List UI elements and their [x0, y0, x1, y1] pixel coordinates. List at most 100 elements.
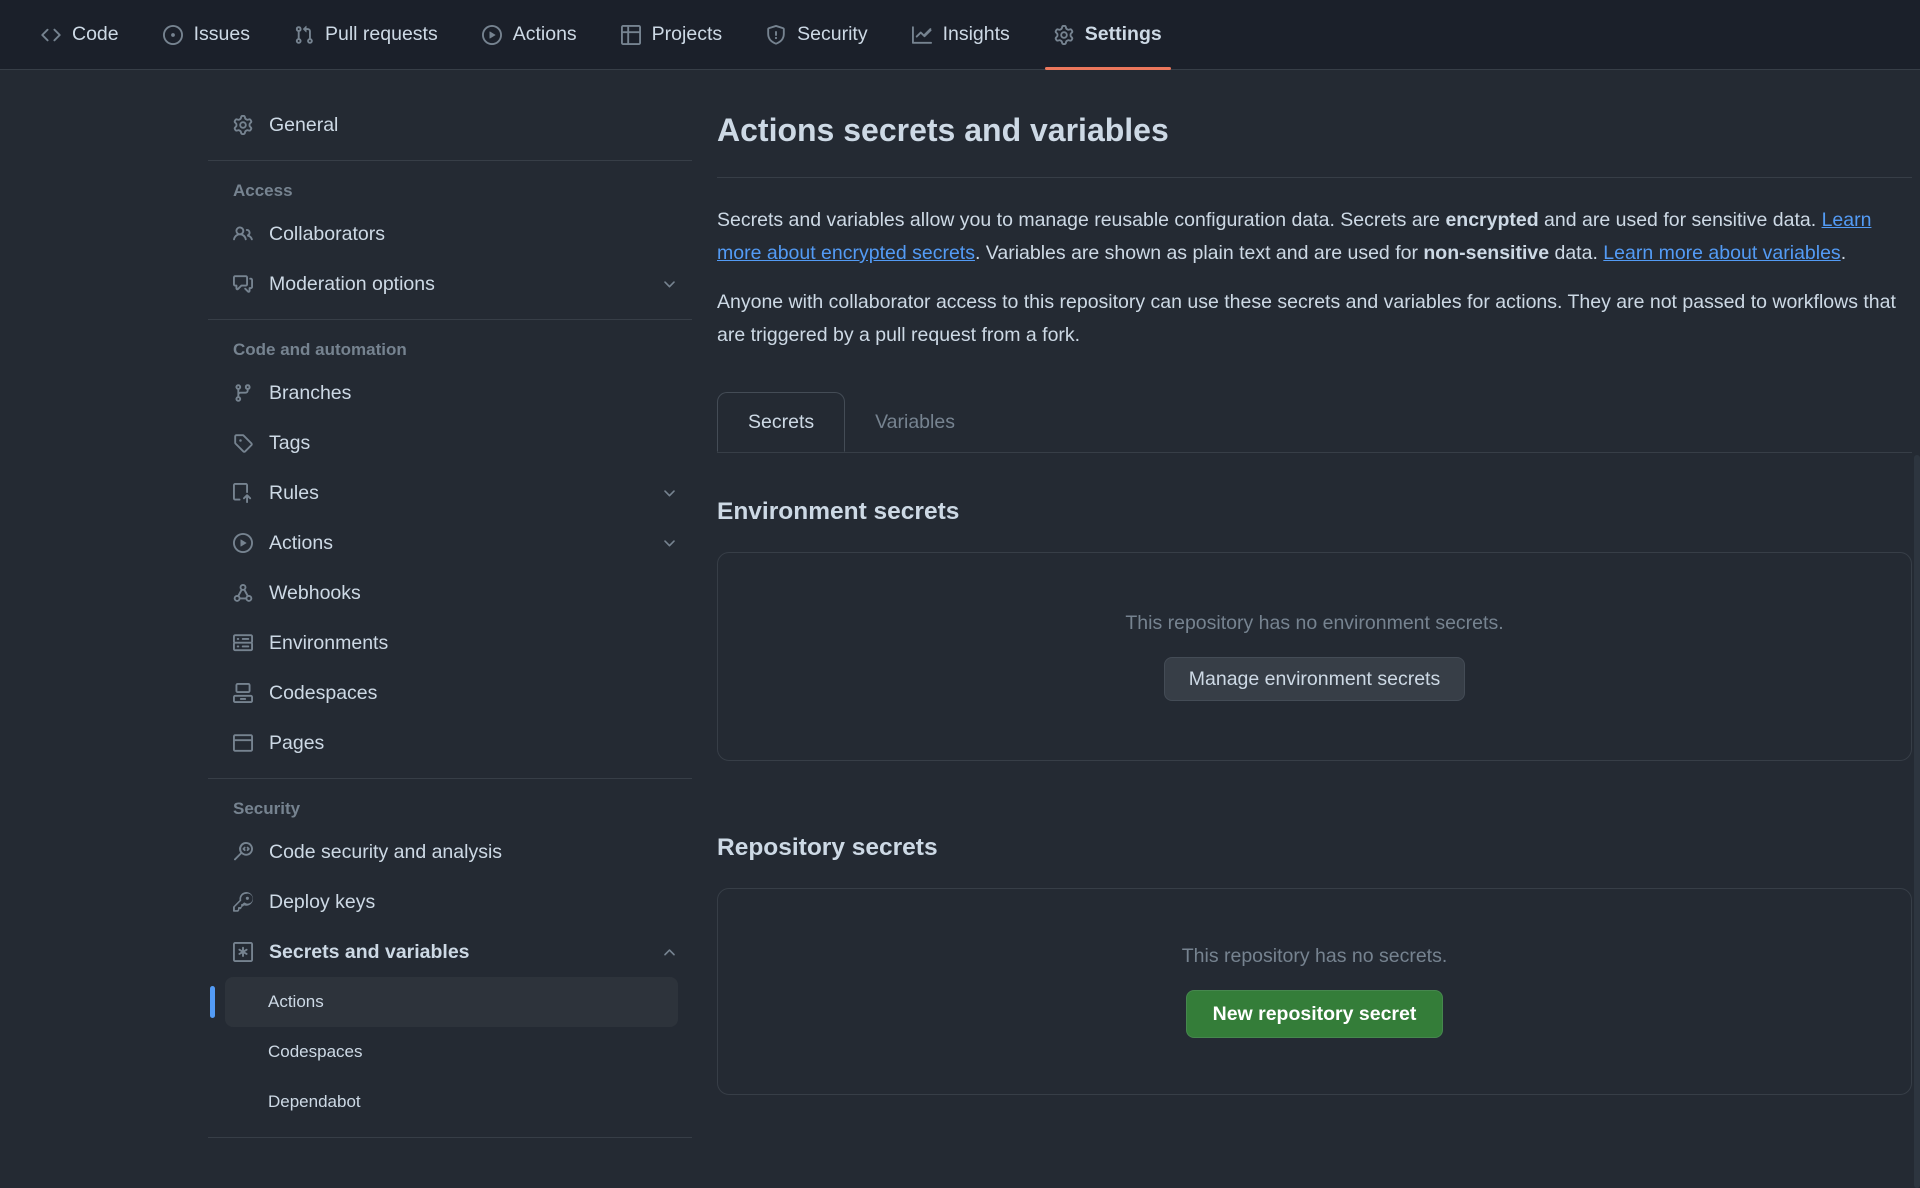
divider: [208, 160, 692, 161]
nav-tab-insights[interactable]: Insights: [901, 0, 1021, 69]
people-icon: [233, 224, 253, 244]
git-pull-request-icon: [294, 25, 314, 45]
sidebar-item-moderation-options[interactable]: Moderation options: [208, 259, 692, 309]
sidebar-item-collaborators[interactable]: Collaborators: [208, 209, 692, 259]
intro-text: data.: [1549, 242, 1603, 264]
sidebar-item-label: Branches: [269, 382, 351, 405]
tag-icon: [233, 433, 253, 453]
nav-tab-pull-requests[interactable]: Pull requests: [283, 0, 449, 69]
divider: [208, 319, 692, 320]
gear-icon: [1054, 25, 1074, 45]
sidebar-item-rules[interactable]: Rules: [208, 468, 692, 518]
environment-secrets-empty-text: This repository has no environment secre…: [1125, 612, 1503, 635]
key-icon: [233, 892, 253, 912]
sidebar-item-pages[interactable]: Pages: [208, 718, 692, 768]
tab-secrets[interactable]: Secrets: [717, 392, 845, 452]
sidebar-subitem-codespaces[interactable]: Codespaces: [225, 1027, 678, 1077]
sidebar-subitem-label: Dependabot: [268, 1092, 361, 1112]
sidebar-item-label: Moderation options: [269, 273, 435, 296]
nav-tab-settings[interactable]: Settings: [1043, 0, 1173, 69]
sidebar-item-label: Deploy keys: [269, 891, 375, 914]
sidebar-item-secrets-and-variables[interactable]: Secrets and variables: [208, 927, 692, 977]
intro-bold-non-sensitive: non-sensitive: [1423, 242, 1549, 264]
nav-tab-label: Pull requests: [325, 23, 438, 46]
intro-text: and are used for sensitive data.: [1539, 209, 1822, 231]
link-learn-more-variables[interactable]: Learn more about variables: [1603, 242, 1840, 264]
tab-variables[interactable]: Variables: [845, 392, 985, 452]
sidebar-item-codespaces[interactable]: Codespaces: [208, 668, 692, 718]
nav-tab-label: Issues: [194, 23, 250, 46]
intro-paragraph: Secrets and variables allow you to manag…: [717, 204, 1912, 270]
sidebar-item-label: Tags: [269, 432, 310, 455]
repository-secrets-empty-text: This repository has no secrets.: [1182, 945, 1448, 968]
sidebar-item-label: Codespaces: [269, 682, 377, 705]
manage-environment-secrets-button[interactable]: Manage environment secrets: [1164, 657, 1465, 701]
secrets-variables-tabnav: Secrets Variables: [717, 392, 1912, 453]
gear-icon: [233, 115, 253, 135]
sidebar-item-deploy-keys[interactable]: Deploy keys: [208, 877, 692, 927]
play-icon: [482, 25, 502, 45]
sidebar-subitem-label: Codespaces: [268, 1042, 363, 1062]
sidebar-item-webhooks[interactable]: Webhooks: [208, 568, 692, 618]
nav-tab-label: Security: [797, 23, 867, 46]
collaborator-access-paragraph: Anyone with collaborator access to this …: [717, 286, 1912, 352]
nav-tab-code[interactable]: Code: [30, 0, 130, 69]
settings-sidebar: General Access Collaborators Moderation …: [208, 70, 692, 1148]
sidebar-item-environments[interactable]: Environments: [208, 618, 692, 668]
repo-nav: Code Issues Pull requests Actions Projec…: [0, 0, 1920, 70]
scrollbar[interactable]: [1914, 455, 1920, 1188]
sidebar-item-branches[interactable]: Branches: [208, 368, 692, 418]
nav-tab-label: Actions: [513, 23, 577, 46]
play-icon: [233, 533, 253, 553]
settings-content: Actions secrets and variables Secrets an…: [717, 70, 1912, 1095]
git-branch-icon: [233, 383, 253, 403]
chevron-down-icon: [661, 535, 678, 552]
sidebar-subitem-dependabot[interactable]: Dependabot: [225, 1077, 678, 1127]
sidebar-item-actions[interactable]: Actions: [208, 518, 692, 568]
sidebar-item-label: Code security and analysis: [269, 841, 502, 864]
sidebar-subitem-actions[interactable]: Actions: [225, 977, 678, 1027]
rules-icon: [233, 483, 253, 503]
divider: [717, 177, 1912, 178]
asterisk-box-icon: [233, 942, 253, 962]
sidebar-item-general[interactable]: General: [208, 100, 692, 150]
environment-secrets-heading: Environment secrets: [717, 495, 1912, 529]
sidebar-item-label: Collaborators: [269, 223, 385, 246]
sidebar-section-security: Security: [233, 799, 692, 819]
intro-text: .: [1841, 242, 1846, 264]
sidebar-item-label: Pages: [269, 732, 324, 755]
codespaces-icon: [233, 683, 253, 703]
sidebar-subitem-label: Actions: [268, 992, 324, 1012]
chevron-up-icon: [661, 944, 678, 961]
intro-bold-encrypted: encrypted: [1445, 209, 1538, 231]
sidebar-item-tags[interactable]: Tags: [208, 418, 692, 468]
sidebar-item-label: Environments: [269, 632, 388, 655]
comment-discussion-icon: [233, 274, 253, 294]
repository-secrets-heading: Repository secrets: [717, 831, 1912, 865]
divider: [208, 778, 692, 779]
nav-tab-actions[interactable]: Actions: [471, 0, 588, 69]
table-icon: [621, 25, 641, 45]
browser-icon: [233, 733, 253, 753]
webhook-icon: [233, 583, 253, 603]
divider: [208, 1137, 692, 1138]
sidebar-section-access: Access: [233, 181, 692, 201]
nav-tab-issues[interactable]: Issues: [152, 0, 261, 69]
nav-tab-label: Code: [72, 23, 119, 46]
nav-tab-projects[interactable]: Projects: [610, 0, 733, 69]
sidebar-item-label: Rules: [269, 482, 319, 505]
issue-opened-icon: [163, 25, 183, 45]
server-icon: [233, 633, 253, 653]
active-item-accent-bar: [210, 986, 215, 1018]
page-title: Actions secrets and variables: [717, 108, 1912, 152]
nav-tab-label: Settings: [1085, 23, 1162, 46]
environment-secrets-empty-box: This repository has no environment secre…: [717, 552, 1912, 761]
tab-label: Variables: [875, 411, 955, 434]
nav-tab-security[interactable]: Security: [755, 0, 878, 69]
sidebar-item-label: Webhooks: [269, 582, 361, 605]
sidebar-item-code-security-and-analysis[interactable]: Code security and analysis: [208, 827, 692, 877]
intro-text: Secrets and variables allow you to manag…: [717, 209, 1445, 231]
intro-text: . Variables are shown as plain text and …: [975, 242, 1423, 264]
graph-icon: [912, 25, 932, 45]
new-repository-secret-button[interactable]: New repository secret: [1186, 990, 1444, 1038]
